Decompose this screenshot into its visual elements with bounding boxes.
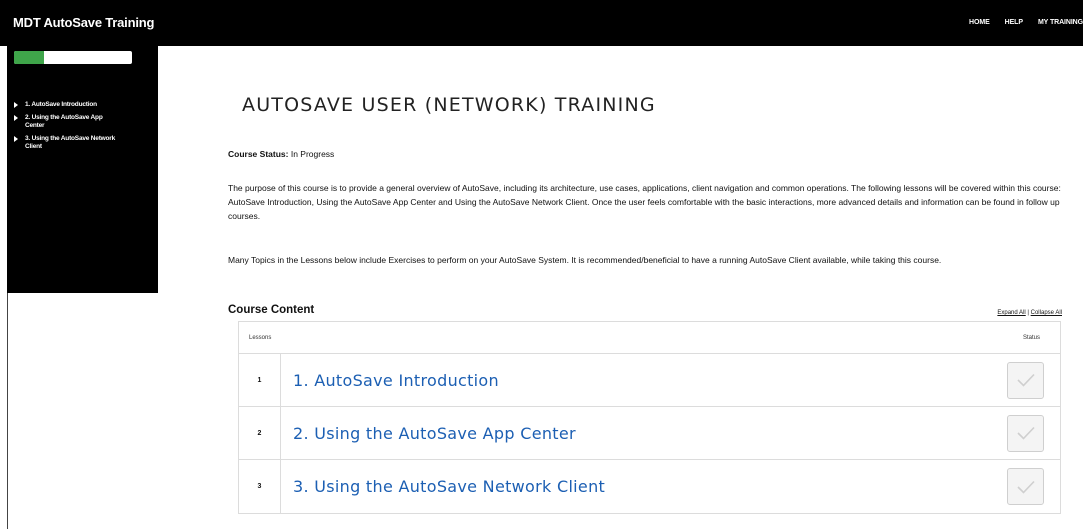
nav-home-link[interactable]: HOME (969, 19, 990, 26)
top-nav: HOME HELP MY TRAINING (969, 19, 1083, 26)
table-row: 1 1. AutoSave Introduction (239, 354, 1060, 407)
page-title: AUTOSAVE USER (NETWORK) TRAINING (242, 94, 656, 116)
lesson-link-3[interactable]: 3. Using the AutoSave Network Client (281, 477, 605, 496)
course-status-value: In Progress (290, 149, 335, 159)
collapse-all-link[interactable]: Collapse All (1031, 310, 1062, 316)
row-number: 3 (239, 460, 281, 513)
table-row: 2 2. Using the AutoSave App Center (239, 407, 1060, 460)
app-title: MDT AutoSave Training (13, 15, 155, 30)
table-row: 3 3. Using the AutoSave Network Client (239, 460, 1060, 513)
sidebar-item-label: 1. AutoSave Introduction (25, 101, 97, 108)
status-column-header: Status (1022, 334, 1040, 341)
sidebar: 1. AutoSave Introduction 2. Using the Au… (7, 46, 158, 293)
exercise-note: Many Topics in the Lessons below include… (228, 255, 942, 265)
sidebar-lessons: 1. AutoSave Introduction 2. Using the Au… (14, 101, 154, 156)
caret-right-icon (14, 102, 18, 108)
left-border-line (7, 293, 8, 529)
caret-right-icon (14, 115, 18, 121)
lesson-status-box (1007, 414, 1044, 452)
sidebar-item-lesson-2[interactable]: 2. Using the AutoSave App Center (14, 114, 154, 130)
checkmark-icon (1016, 373, 1035, 387)
lessons-column-header: Lessons (249, 334, 272, 341)
course-progress-bar (14, 51, 132, 64)
course-status: Course Status: In Progress (228, 149, 334, 159)
expand-collapse-links: Expand All | Collapse All (997, 310, 1062, 316)
nav-my-training-link[interactable]: MY TRAINING (1038, 19, 1083, 26)
course-content-heading: Course Content (228, 304, 315, 316)
lesson-link-1[interactable]: 1. AutoSave Introduction (281, 371, 499, 390)
lessons-table-header: Lessons Status (239, 322, 1060, 354)
caret-right-icon (14, 136, 18, 142)
checkmark-icon (1016, 426, 1035, 440)
sidebar-item-label: 3. Using the AutoSave Network Client (25, 135, 116, 150)
row-number: 1 (239, 354, 281, 406)
lesson-link-2[interactable]: 2. Using the AutoSave App Center (281, 424, 576, 443)
lessons-table: Lessons Status 1 1. AutoSave Introductio… (238, 321, 1061, 514)
nav-help-link[interactable]: HELP (1005, 19, 1023, 26)
course-status-label: Course Status: (228, 149, 289, 159)
lesson-status-box (1007, 468, 1044, 505)
sidebar-item-label: 2. Using the AutoSave App Center (25, 114, 103, 129)
row-number: 2 (239, 407, 281, 459)
checkmark-icon (1016, 480, 1035, 494)
course-description: The purpose of this course is to provide… (228, 183, 1061, 221)
expand-all-link[interactable]: Expand All (997, 310, 1025, 316)
sidebar-item-lesson-1[interactable]: 1. AutoSave Introduction (14, 101, 154, 109)
top-bar: MDT AutoSave Training HOME HELP MY TRAIN… (0, 0, 1083, 46)
lesson-status-box (1007, 361, 1044, 399)
course-progress-fill (14, 51, 44, 64)
sidebar-item-lesson-3[interactable]: 3. Using the AutoSave Network Client (14, 135, 154, 151)
